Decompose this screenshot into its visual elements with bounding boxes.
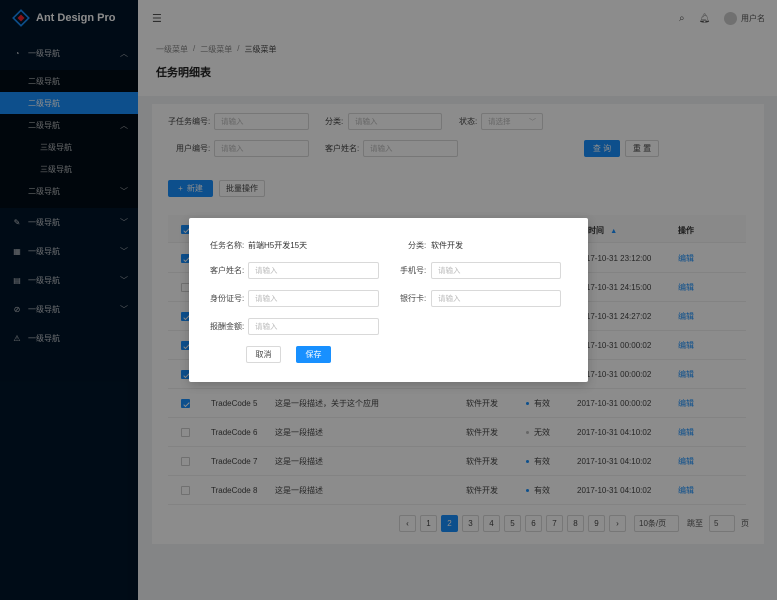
modal-customer-label: 客户姓名: <box>210 266 245 275</box>
modal-category-row: 分类: 软件开发 <box>408 240 463 251</box>
bank-input[interactable]: 请输入 <box>431 290 561 307</box>
phone-label: 手机号: <box>400 266 427 275</box>
bank-label: 银行卡: <box>400 294 427 303</box>
save-button[interactable]: 保存 <box>296 346 331 363</box>
modal-customer-input[interactable]: 请输入 <box>248 262 379 279</box>
modal-category-value: 软件开发 <box>431 241 463 250</box>
modal-bank-row: 银行卡: 请输入 <box>400 290 561 307</box>
id-input[interactable]: 请输入 <box>248 290 379 307</box>
modal-id-row: 身份证号: 请输入 <box>210 290 379 307</box>
modal-task-row: 任务名称: 前端H5开发15天 <box>210 240 307 251</box>
modal-category-label: 分类: <box>408 241 427 250</box>
amount-input[interactable]: 请输入 <box>248 318 379 335</box>
task-value: 前端H5开发15天 <box>248 241 308 250</box>
cancel-button[interactable]: 取消 <box>246 346 281 363</box>
edit-modal: 任务名称: 前端H5开发15天 分类: 软件开发 客户姓名: 请输入 手机号: … <box>189 218 588 382</box>
modal-phone-row: 手机号: 请输入 <box>400 262 561 279</box>
id-label: 身份证号: <box>210 294 245 303</box>
modal-amount-row: 报酬金额: 请输入 <box>210 318 379 335</box>
amount-label: 报酬金额: <box>210 322 245 331</box>
task-label: 任务名称: <box>210 241 245 250</box>
modal-customer-row: 客户姓名: 请输入 <box>210 262 379 279</box>
phone-input[interactable]: 请输入 <box>431 262 561 279</box>
